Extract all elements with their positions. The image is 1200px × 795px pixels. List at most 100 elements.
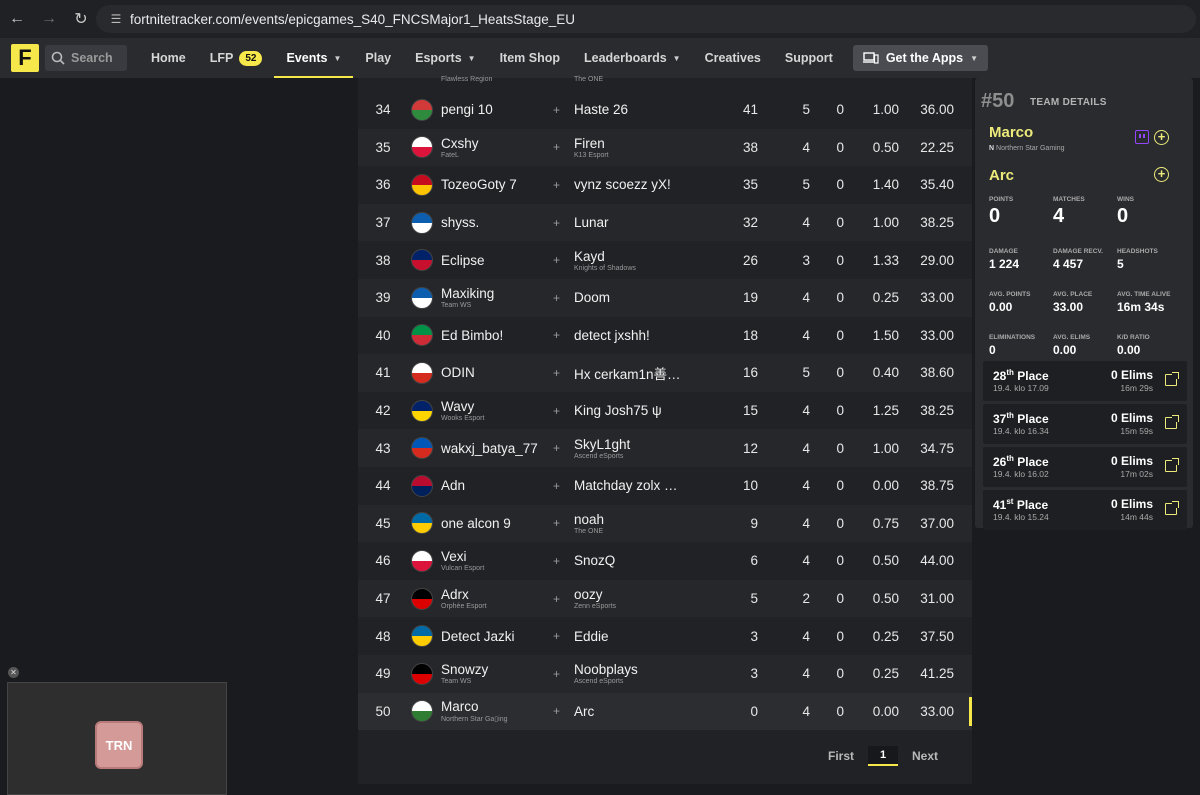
member-name[interactable]: Arc (989, 167, 1014, 184)
wins-cell: 0 (836, 365, 844, 381)
match-card[interactable]: 26th Place 19.4. klo 16.02 0 Elims 17m 02s (983, 447, 1187, 487)
player-two[interactable]: oozy Zenn eSports (574, 587, 724, 610)
next-page-button[interactable]: Next (912, 749, 938, 763)
picture-in-picture-video[interactable]: TRN (7, 682, 227, 795)
player-one[interactable]: one alcon 9 (441, 516, 561, 531)
country-flag-icon (411, 587, 433, 610)
table-row[interactable]: 46 Vexi Vulcan Esport + SnozQ 6 4 0 0.50 44.00 (358, 542, 972, 580)
fortnitetracker-logo[interactable]: F (11, 44, 39, 72)
back-icon[interactable]: ← (2, 4, 32, 34)
table-row[interactable]: 44 Adn + Matchday zolx … 10 4 0 0.00 38.75 (358, 467, 972, 505)
site-settings-icon[interactable]: ☰ (102, 12, 130, 26)
player-two[interactable]: Kayd Knights of Shadows (574, 249, 724, 272)
nav-leaderboards[interactable]: Leaderboards ▼ (572, 38, 693, 78)
address-bar[interactable]: ☰ fortnitetracker.com/events/epicgames_S… (96, 5, 1196, 33)
player-two[interactable]: noah The ONE (574, 512, 724, 535)
player-two[interactable]: Eddie (574, 629, 724, 644)
player-one[interactable]: Cxshy FateL (441, 136, 561, 159)
nav-support[interactable]: Support (773, 38, 845, 78)
first-page-button[interactable]: First (828, 749, 854, 763)
table-row[interactable]: 40 Ed Bimbo! + detect jxshh! 18 4 0 1.50 33.00 (358, 317, 972, 355)
player-two[interactable]: Doom (574, 290, 724, 305)
player-one[interactable]: Ed Bimbo! (441, 328, 561, 343)
player-two[interactable]: Lunar (574, 215, 724, 230)
rank-cell: 39 (375, 290, 391, 306)
twitch-icon[interactable] (1135, 130, 1149, 144)
table-row[interactable]: 49 Snowzy Team WS + Noobplays Ascend eSports 3… (358, 655, 972, 693)
player-one[interactable]: wakxj_batya_77 (441, 441, 561, 456)
matches-cell: 5 (802, 102, 810, 118)
nav-events[interactable]: Events ▼ (274, 38, 354, 78)
player-two[interactable]: SkyL1ght Ascend eSports (574, 437, 724, 460)
player-one[interactable]: Adn (441, 478, 561, 493)
table-row[interactable]: 41 ODIN + Hx cerkam1n善… 16 5 0 0.40 38.60 (358, 354, 972, 392)
nav-creatives[interactable]: Creatives (693, 38, 773, 78)
country-flag-icon (411, 286, 433, 309)
nav-play-label: Play (365, 51, 392, 65)
player-one[interactable]: Wavy Wooks Esport (441, 399, 561, 422)
current-page-button[interactable]: 1 (868, 746, 899, 766)
player-name: Doom (574, 290, 611, 306)
nav-play[interactable]: Play (353, 38, 403, 78)
table-row[interactable]: 39 Maxiking Team WS + Doom 19 4 0 0.25 33.00 (358, 279, 972, 317)
player-two[interactable]: Arc (574, 704, 724, 719)
nav-support-label: Support (784, 51, 833, 65)
table-row[interactable]: 34 pengi 10 + Haste 26 41 5 0 1.00 36.00 (358, 91, 972, 129)
match-card[interactable]: 41st Place 19.4. klo 15.24 0 Elims 14m 44s (983, 490, 1187, 530)
player-two[interactable]: Haste 26 (574, 102, 724, 117)
player-two[interactable]: Firen K13 Esport (574, 136, 724, 159)
stat-value: 0.00 (989, 300, 1013, 314)
member-name[interactable]: Marco (989, 124, 1033, 141)
points-cell: 41 (742, 102, 758, 118)
player-two[interactable]: detect jxshh! (574, 328, 724, 343)
table-row[interactable]: 42 Wavy Wooks Esport + King Josh75 ψ 15 4 0 1.25… (358, 392, 972, 430)
external-link-icon[interactable] (1165, 501, 1179, 515)
table-row[interactable]: 38 Eclipse + Kayd Knights of Shadows 26 3 0 1.33… (358, 241, 972, 279)
table-row[interactable]: 35 Cxshy FateL + Firen K13 Esport 38 4 0 0.50 22.2… (358, 128, 972, 167)
player-one[interactable]: Vexi Vulcan Esport (441, 549, 561, 572)
player-two[interactable]: vynz scoezz yX! (574, 177, 724, 192)
player-one[interactable]: pengi 10 (441, 102, 561, 117)
search-input[interactable] (71, 51, 127, 65)
table-row[interactable]: 48 Detect Jazki + Eddie 3 4 0 0.25 37.50 (358, 617, 972, 655)
table-row[interactable]: 43 wakxj_batya_77 + SkyL1ght Ascend eSports 1… (358, 429, 972, 467)
add-icon[interactable]: + (1154, 167, 1169, 182)
nav-home[interactable]: Home (139, 38, 198, 78)
player-one[interactable]: Marco Northern Star Ga▯ing (441, 699, 561, 723)
add-icon[interactable]: + (1154, 130, 1169, 145)
points-cell: 26 (742, 252, 758, 268)
player-one[interactable]: Detect Jazki (441, 629, 561, 644)
player-one[interactable]: Snowzy Team WS (441, 662, 561, 685)
player-one[interactable]: ODIN (441, 365, 561, 380)
player-two[interactable]: SnozQ (574, 553, 724, 568)
player-team: Vulcan Esport (441, 565, 485, 573)
player-one[interactable]: Maxiking Team WS (441, 286, 561, 309)
reload-icon[interactable]: ↻ (66, 4, 96, 34)
table-row[interactable]: 47 Adrx Orphée Esport + oozy Zenn eSports 5 2 0 0… (358, 579, 972, 618)
get-the-apps-button[interactable]: Get the Apps ▼ (852, 45, 989, 71)
nav-esports[interactable]: Esports ▼ (403, 38, 487, 78)
table-row[interactable]: 45 one alcon 9 + noah The ONE 9 4 0 0.75 37.00 (358, 504, 972, 543)
player-one[interactable]: Adrx Orphée Esport (441, 587, 561, 610)
player-one[interactable]: TozeoGoty 7 (441, 177, 561, 192)
player-two[interactable]: Hx cerkam1n善… (574, 363, 724, 383)
table-row[interactable]: 36 TozeoGoty 7 + vynz scoezz yX! 35 5 0 1.40 35.… (358, 166, 972, 204)
external-link-icon[interactable] (1165, 372, 1179, 386)
close-icon[interactable]: ✕ (8, 667, 19, 678)
table-row[interactable]: 37 shyss. + Lunar 32 4 0 1.00 38.25 (358, 203, 972, 242)
external-link-icon[interactable] (1165, 458, 1179, 472)
forward-icon[interactable]: → (34, 4, 64, 34)
table-row[interactable]: 50 Marco Northern Star Ga▯ing + Arc 0 4 0 0.00 33… (358, 692, 972, 731)
match-card[interactable]: 28th Place 19.4. klo 17.09 0 Elims 16m 29s (983, 361, 1187, 401)
player-one[interactable]: shyss. (441, 215, 561, 230)
search-icon (51, 51, 65, 65)
nav-lfp[interactable]: LFP 52 (198, 38, 275, 78)
player-two[interactable]: Matchday zolx … (574, 478, 724, 493)
player-two[interactable]: King Josh75 ψ (574, 403, 724, 418)
player-one[interactable]: Eclipse (441, 253, 561, 268)
nav-item-shop[interactable]: Item Shop (488, 38, 572, 78)
match-card[interactable]: 37th Place 19.4. klo 16.34 0 Elims 15m 59s (983, 404, 1187, 444)
external-link-icon[interactable] (1165, 415, 1179, 429)
player-two[interactable]: Noobplays Ascend eSports (574, 662, 724, 685)
search-box[interactable] (45, 45, 127, 71)
